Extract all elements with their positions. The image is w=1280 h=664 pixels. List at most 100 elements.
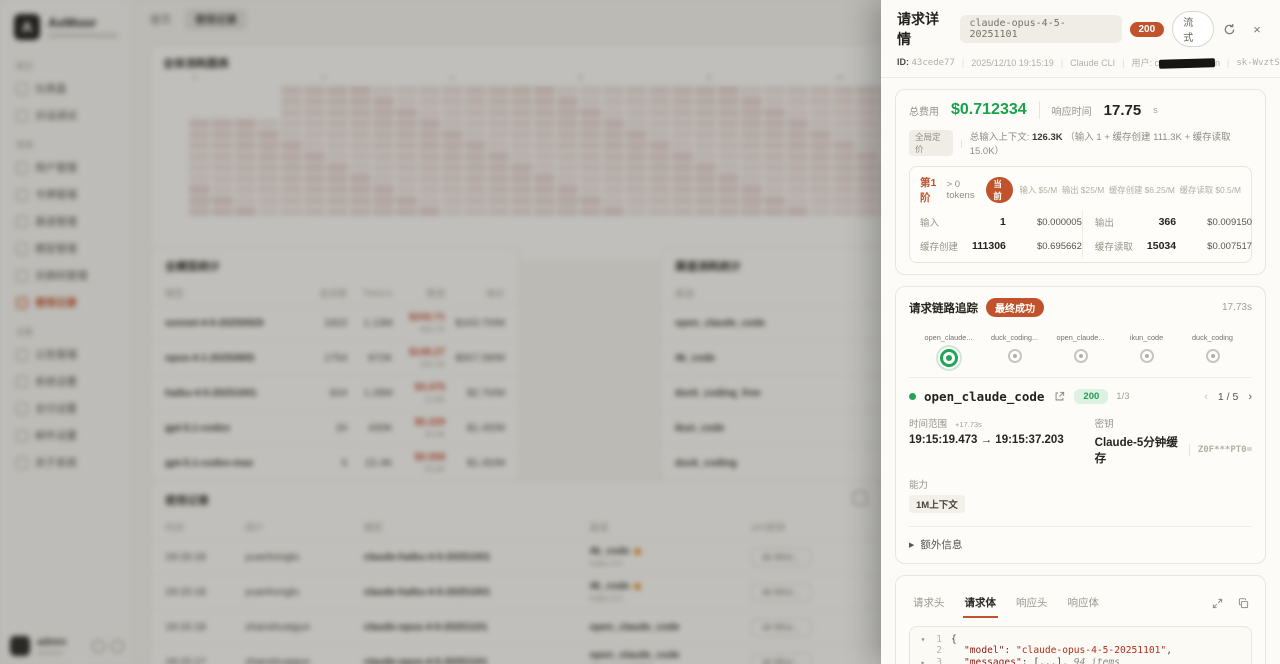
sidebar-item[interactable]: 关于系统 xyxy=(0,449,132,476)
heatmap-cell xyxy=(695,163,716,172)
cell-value: 4k_code xyxy=(590,581,751,592)
sidebar-item[interactable]: 邮件设置 xyxy=(0,422,132,449)
sidebar-item[interactable]: 系统设置 xyxy=(0,368,132,395)
expand-icon[interactable] xyxy=(1210,597,1224,611)
sidebar-item[interactable]: 渠道管理 xyxy=(0,208,132,235)
sidebar-item[interactable]: 对话调试 xyxy=(0,102,132,129)
sidebar-item[interactable]: 兑换码管理 xyxy=(0,262,132,289)
heatmap-cell xyxy=(488,97,509,106)
heatmap-cell xyxy=(511,163,532,172)
tier-label: 缓存创建 xyxy=(920,239,972,253)
external-link-icon[interactable] xyxy=(1052,390,1066,404)
trace-node[interactable]: duck_coding... xyxy=(989,333,1041,367)
heatmap-cell xyxy=(649,141,670,150)
heatmap-cell xyxy=(741,86,762,95)
tab-response-headers[interactable]: 响应头 xyxy=(1014,589,1050,618)
menu-item-icon xyxy=(16,110,28,122)
table-cell: 19:15:17 xyxy=(165,656,245,664)
fold-chevron-icon[interactable]: ▾ xyxy=(918,634,928,645)
breadcrumb-home[interactable]: 首页 xyxy=(150,12,171,27)
capability-chip: 1M上下文 xyxy=(909,495,965,513)
heatmap-cell xyxy=(304,196,325,205)
heatmap-cell xyxy=(764,163,785,172)
copy-icon[interactable] xyxy=(1236,597,1250,611)
cell-value: claude-haiku-4-5-20251001 xyxy=(364,552,590,563)
sidebar-item[interactable]: 模型管理 xyxy=(0,235,132,262)
sidebar-item-label: 支付设置 xyxy=(35,401,77,416)
trace-node[interactable]: open_claude... xyxy=(1055,333,1107,367)
heatmap-cell xyxy=(511,108,532,117)
user-subtitle xyxy=(37,651,63,655)
heatmap-cell xyxy=(304,185,325,194)
sidebar-user[interactable]: admin xyxy=(10,636,124,656)
heatmap-cell xyxy=(327,163,348,172)
sidebar-item-label: 兑换码管理 xyxy=(35,268,88,283)
tab-request-headers[interactable]: 请求头 xyxy=(911,589,947,618)
model-stats-card: 全模型统计模型请求数Tokens费用单价sonnet-4-5-202509291… xyxy=(150,246,520,482)
logout-icon[interactable] xyxy=(111,640,124,653)
api-key-chip[interactable]: sk-Wvz... xyxy=(751,548,812,567)
pager-prev-icon[interactable]: ‹ xyxy=(1204,391,1208,403)
table-row: 19:15:18yuanhongluclaude-haiku-4-5-20251… xyxy=(151,574,881,609)
sidebar-item[interactable]: 用户管理 xyxy=(0,154,132,181)
heatmap-cell xyxy=(488,130,509,139)
sidebar-item[interactable]: 支付设置 xyxy=(0,395,132,422)
pager-next-icon[interactable]: › xyxy=(1248,391,1252,403)
menu-item-icon xyxy=(16,297,28,309)
heatmap-cell xyxy=(718,130,739,139)
heatmap-cell xyxy=(396,152,417,161)
sidebar-item-label: 公告管理 xyxy=(35,347,77,362)
heatmap-cell xyxy=(764,196,785,205)
tier-row: 缓存读取15034$0.007517 xyxy=(1082,234,1252,258)
close-icon[interactable]: × xyxy=(1250,22,1264,36)
usage-records-table: 时间用户模型渠道API密钥19:15:18yuanhongluclaude-ha… xyxy=(151,515,881,664)
menu-item-icon xyxy=(16,162,28,174)
sidebar-item[interactable]: 令牌管理 xyxy=(0,181,132,208)
heatmap-cell xyxy=(212,130,233,139)
table-cell: duck_coding xyxy=(675,458,880,469)
heatmap-cell xyxy=(258,207,279,216)
sidebar-item[interactable]: 使用记录 xyxy=(0,289,132,316)
heatmap-cell xyxy=(396,130,417,139)
heatmap-cell xyxy=(212,174,233,183)
table-cell: 4k_code xyxy=(675,353,880,364)
heatmap-cell xyxy=(534,196,555,205)
trace-node[interactable]: duck_coding xyxy=(1187,333,1239,367)
trace-node[interactable]: open_claude... xyxy=(923,333,975,367)
tab-response-body[interactable]: 响应体 xyxy=(1066,589,1102,618)
orange-dot-icon xyxy=(634,583,641,590)
heatmap-cell xyxy=(373,86,394,95)
table-cell: open_claude_codeClaude-5分钟缓存 xyxy=(590,650,751,664)
cell-subvalue: 25.0K xyxy=(393,465,446,474)
heatmap-cell xyxy=(350,152,371,161)
heatmap-cell xyxy=(603,174,624,183)
heatmap-cell xyxy=(442,141,463,150)
api-key-chip[interactable]: sk-Wvz... xyxy=(751,618,812,637)
api-key-chip[interactable]: sk-Wvz... xyxy=(751,583,812,602)
cell-value: open_claude_code xyxy=(675,318,880,329)
heatmap-cell xyxy=(718,108,739,117)
column-header: 单价 xyxy=(445,286,505,300)
sidebar-item[interactable]: 仪表盘 xyxy=(0,75,132,102)
sidebar-item[interactable]: 公告管理 xyxy=(0,341,132,368)
heatmap-cell xyxy=(833,152,854,161)
extra-info-toggle[interactable]: ▶ 额外信息 xyxy=(909,526,1252,552)
heatmap-cell xyxy=(856,119,877,128)
heatmap-cell xyxy=(281,130,302,139)
theme-icon[interactable] xyxy=(92,640,105,653)
table-cell: 19:15:18 xyxy=(165,551,245,563)
fold-chevron-icon[interactable]: ▸ xyxy=(918,657,928,664)
table-cell: $2.70/M xyxy=(445,387,505,399)
heatmap-cell xyxy=(626,174,647,183)
breadcrumb-current[interactable]: 使用记录 xyxy=(185,9,247,30)
api-key-chip[interactable]: sk-Wvz... xyxy=(751,653,812,664)
heatmap-cell xyxy=(235,152,256,161)
sidebar-item-label: 关于系统 xyxy=(35,455,77,470)
tab-request-body[interactable]: 请求体 xyxy=(963,589,999,618)
heatmap-cell xyxy=(350,86,371,95)
code-line: ▾1{ xyxy=(918,634,1243,645)
refresh-icon[interactable] xyxy=(1222,22,1236,36)
heatmap-cell xyxy=(557,141,578,150)
trace-node[interactable]: ikun_code xyxy=(1121,333,1173,367)
filter-icon[interactable] xyxy=(853,491,867,505)
